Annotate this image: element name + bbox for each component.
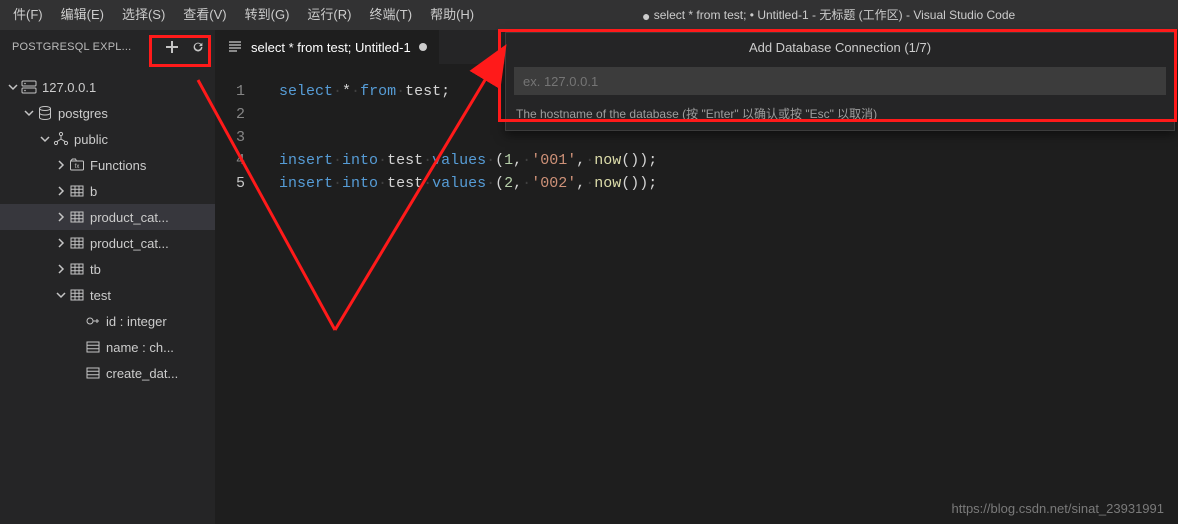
tree-item[interactable]: product_cat... xyxy=(0,204,215,230)
dirty-dot-icon xyxy=(419,43,427,51)
chevron-right-icon xyxy=(54,263,68,275)
refresh-button[interactable] xyxy=(187,36,209,58)
quick-input-title: Add Database Connection (1/7) xyxy=(506,33,1174,63)
line-number: 3 xyxy=(215,126,245,149)
table-icon xyxy=(68,235,86,251)
tree-item-label: postgres xyxy=(58,106,108,121)
chevron-right-icon xyxy=(54,159,68,171)
tree-item-label: 127.0.0.1 xyxy=(42,80,96,95)
menu-item[interactable]: 转到(G) xyxy=(236,0,299,30)
tree-item[interactable]: product_cat... xyxy=(0,230,215,256)
tree-item[interactable]: create_dat... xyxy=(0,360,215,386)
table-icon xyxy=(68,287,86,303)
database-icon xyxy=(36,105,54,121)
tree-item[interactable]: public xyxy=(0,126,215,152)
tree-item-label: public xyxy=(74,132,108,147)
menu-item[interactable]: 帮助(H) xyxy=(421,0,483,30)
table-icon xyxy=(68,183,86,199)
tree-item-label: product_cat... xyxy=(90,210,169,225)
tree-item[interactable]: id : integer xyxy=(0,308,215,334)
tree-item-label: product_cat... xyxy=(90,236,169,251)
menu-item[interactable]: 选择(S) xyxy=(113,0,174,30)
key-icon xyxy=(84,313,102,329)
svg-text:fx: fx xyxy=(75,164,80,170)
tab-label: select * from test; Untitled-1 xyxy=(251,40,411,55)
sidebar-panel-header: POSTGRESQL EXPL... xyxy=(0,30,215,64)
plus-icon xyxy=(164,39,180,55)
tree-item-label: tb xyxy=(90,262,101,277)
tree-item[interactable]: 127.0.0.1 xyxy=(0,74,215,100)
code-line[interactable]: insert·into·test·values·(1,·'001',·now()… xyxy=(279,149,1178,172)
line-number: 4 xyxy=(215,149,245,172)
menubar: 件(F)编辑(E)选择(S)查看(V)转到(G)运行(R)终端(T)帮助(H) … xyxy=(0,0,1178,30)
tree-item-label: name : ch... xyxy=(106,340,174,355)
tree-item[interactable]: fx Functions xyxy=(0,152,215,178)
folder-fn-icon: fx xyxy=(68,157,86,173)
sidebar-panel-title: POSTGRESQL EXPL... xyxy=(12,41,161,53)
column-icon xyxy=(84,365,102,381)
window-title: ● select * from test; • Untitled-1 - 无标题… xyxy=(483,6,1174,24)
line-number-gutter: 12345 xyxy=(215,80,263,195)
code-line[interactable]: insert·into·test·values·(2,·'002',·now()… xyxy=(279,172,1178,195)
menu-item[interactable]: 查看(V) xyxy=(174,0,235,30)
add-connection-button[interactable] xyxy=(161,36,183,58)
tree-item[interactable]: name : ch... xyxy=(0,334,215,360)
tree-item[interactable]: tb xyxy=(0,256,215,282)
menu-item[interactable]: 件(F) xyxy=(4,0,52,30)
watermark-text: https://blog.csdn.net/sinat_23931991 xyxy=(952,501,1165,516)
menu-item[interactable]: 运行(R) xyxy=(298,0,360,30)
quick-input-description: The hostname of the database (按 "Enter" … xyxy=(506,101,1174,130)
chevron-right-icon xyxy=(54,211,68,223)
dirty-indicator-icon: ● xyxy=(642,8,650,24)
window-title-text: select * from test; • Untitled-1 - 无标题 (… xyxy=(654,8,1015,22)
chevron-right-icon xyxy=(54,185,68,197)
sidebar-panel-actions xyxy=(161,36,209,58)
chevron-right-icon xyxy=(54,237,68,249)
chevron-down-icon xyxy=(6,81,20,93)
hostname-input[interactable] xyxy=(514,67,1166,95)
chevron-down-icon xyxy=(54,289,68,301)
tree-item-label: id : integer xyxy=(106,314,167,329)
chevron-down-icon xyxy=(38,133,52,145)
chevron-down-icon xyxy=(22,107,36,119)
sql-file-icon xyxy=(227,39,243,55)
menu-items: 件(F)编辑(E)选择(S)查看(V)转到(G)运行(R)终端(T)帮助(H) xyxy=(4,0,483,30)
table-icon xyxy=(68,209,86,225)
tree-item[interactable]: postgres xyxy=(0,100,215,126)
column-icon xyxy=(84,339,102,355)
menu-item[interactable]: 编辑(E) xyxy=(52,0,113,30)
line-number: 2 xyxy=(215,103,245,126)
tree-item-label: Functions xyxy=(90,158,146,173)
line-number: 5 xyxy=(215,172,245,195)
tree-item[interactable]: b xyxy=(0,178,215,204)
postgresql-explorer-tree[interactable]: 127.0.0.1 postgres public fx Functions b produ… xyxy=(0,64,215,524)
table-icon xyxy=(68,261,86,277)
code-editor[interactable]: 12345 select·*·from·test; insert·into·te… xyxy=(215,64,1178,524)
line-number: 1 xyxy=(215,80,245,103)
tab-sql-untitled-1[interactable]: select * from test; Untitled-1 xyxy=(215,30,440,64)
tree-item-label: create_dat... xyxy=(106,366,178,381)
tree-item-label: test xyxy=(90,288,111,303)
schema-icon xyxy=(52,131,70,147)
tree-item[interactable]: test xyxy=(0,282,215,308)
server-icon xyxy=(20,79,38,95)
menu-item[interactable]: 终端(T) xyxy=(360,0,421,30)
quick-input-dialog: Add Database Connection (1/7) The hostna… xyxy=(505,32,1175,131)
tree-item-label: b xyxy=(90,184,97,199)
refresh-icon xyxy=(191,40,205,54)
